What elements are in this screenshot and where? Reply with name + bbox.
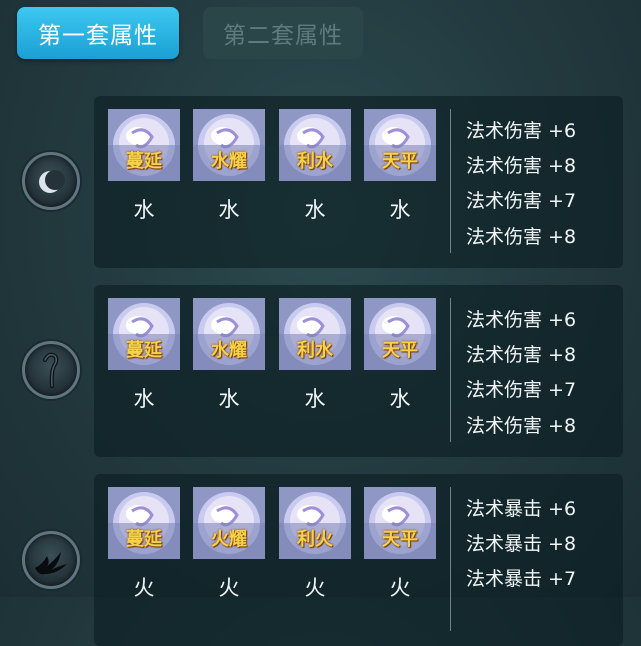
gem-element: 水 [389, 387, 411, 411]
claw-icon [35, 552, 67, 575]
gem-slot[interactable]: 天平 [364, 109, 436, 181]
gem-element: 水 [218, 387, 240, 411]
gem-slot[interactable]: 蔓延 [108, 109, 180, 181]
divider [450, 487, 451, 631]
stat-line: 法术暴击 +7 [466, 568, 577, 590]
slot-crescent-moon[interactable] [22, 152, 80, 210]
gem-slot[interactable]: 火耀 [193, 487, 265, 559]
slot-hook[interactable] [22, 341, 80, 399]
gem-name: 利水 [297, 340, 333, 361]
stat-line: 法术伤害 +8 [466, 155, 577, 177]
gem-element: 水 [133, 198, 155, 222]
stat-line: 法术伤害 +7 [466, 379, 577, 401]
gem-name: 天平 [382, 151, 418, 172]
stat-line: 法术伤害 +8 [466, 226, 577, 248]
slot-claw[interactable] [22, 531, 80, 589]
divider [450, 109, 451, 253]
attribute-panel-3: 蔓延 火耀 利火 天平 火 火 火 火 法术暴击 +6 法术暴击 +8 法术暴击… [94, 474, 623, 646]
gem-element: 火 [133, 576, 155, 600]
gem-element: 水 [304, 198, 326, 222]
gem-slot[interactable]: 利水 [279, 298, 351, 370]
gem-element: 火 [304, 576, 326, 600]
tab-second-set[interactable]: 第二套属性 [203, 7, 363, 59]
gem-name: 利水 [297, 151, 333, 172]
gem-name: 利火 [297, 529, 333, 550]
stat-line: 法术暴击 +6 [466, 498, 577, 520]
hook-icon [43, 352, 59, 388]
gem-element: 火 [389, 576, 411, 600]
gem-name: 蔓延 [126, 529, 162, 550]
divider [450, 298, 451, 442]
tab-first-set[interactable]: 第一套属性 [17, 7, 179, 59]
gem-element: 水 [389, 198, 411, 222]
gem-slot[interactable]: 利火 [279, 487, 351, 559]
attribute-panel-2: 蔓延 水耀 利水 天平 水 水 水 水 法术伤害 +6 法术伤害 +8 法术伤害… [94, 285, 623, 457]
gem-element: 水 [133, 387, 155, 411]
gem-name: 火耀 [211, 529, 247, 550]
gem-name: 蔓延 [126, 151, 162, 172]
gem-slot[interactable]: 蔓延 [108, 487, 180, 559]
gem-name: 蔓延 [126, 340, 162, 361]
gem-slot[interactable]: 天平 [364, 298, 436, 370]
stat-line: 法术伤害 +8 [466, 344, 577, 366]
gem-name: 水耀 [211, 151, 247, 172]
gem-slot[interactable]: 天平 [364, 487, 436, 559]
gem-slot[interactable]: 水耀 [193, 298, 265, 370]
gem-name: 水耀 [211, 340, 247, 361]
gem-name: 天平 [382, 340, 418, 361]
gem-element: 水 [218, 198, 240, 222]
crescent-moon-icon [39, 170, 65, 193]
gem-slot[interactable]: 水耀 [193, 109, 265, 181]
gem-slot[interactable]: 蔓延 [108, 298, 180, 370]
gem-element: 火 [218, 576, 240, 600]
gem-element: 水 [304, 387, 326, 411]
stat-line: 法术伤害 +8 [466, 415, 577, 437]
gem-slot[interactable]: 利水 [279, 109, 351, 181]
stat-line: 法术伤害 +6 [466, 309, 577, 331]
stat-line: 法术暴击 +8 [466, 533, 577, 555]
stat-line: 法术伤害 +6 [466, 120, 577, 142]
attribute-panel-1: 蔓延 水耀 利水 天平 水 水 水 水 法术伤害 +6 法术伤害 +8 法术伤害… [94, 96, 623, 268]
stat-line: 法术伤害 +7 [466, 190, 577, 212]
gem-name: 天平 [382, 529, 418, 550]
